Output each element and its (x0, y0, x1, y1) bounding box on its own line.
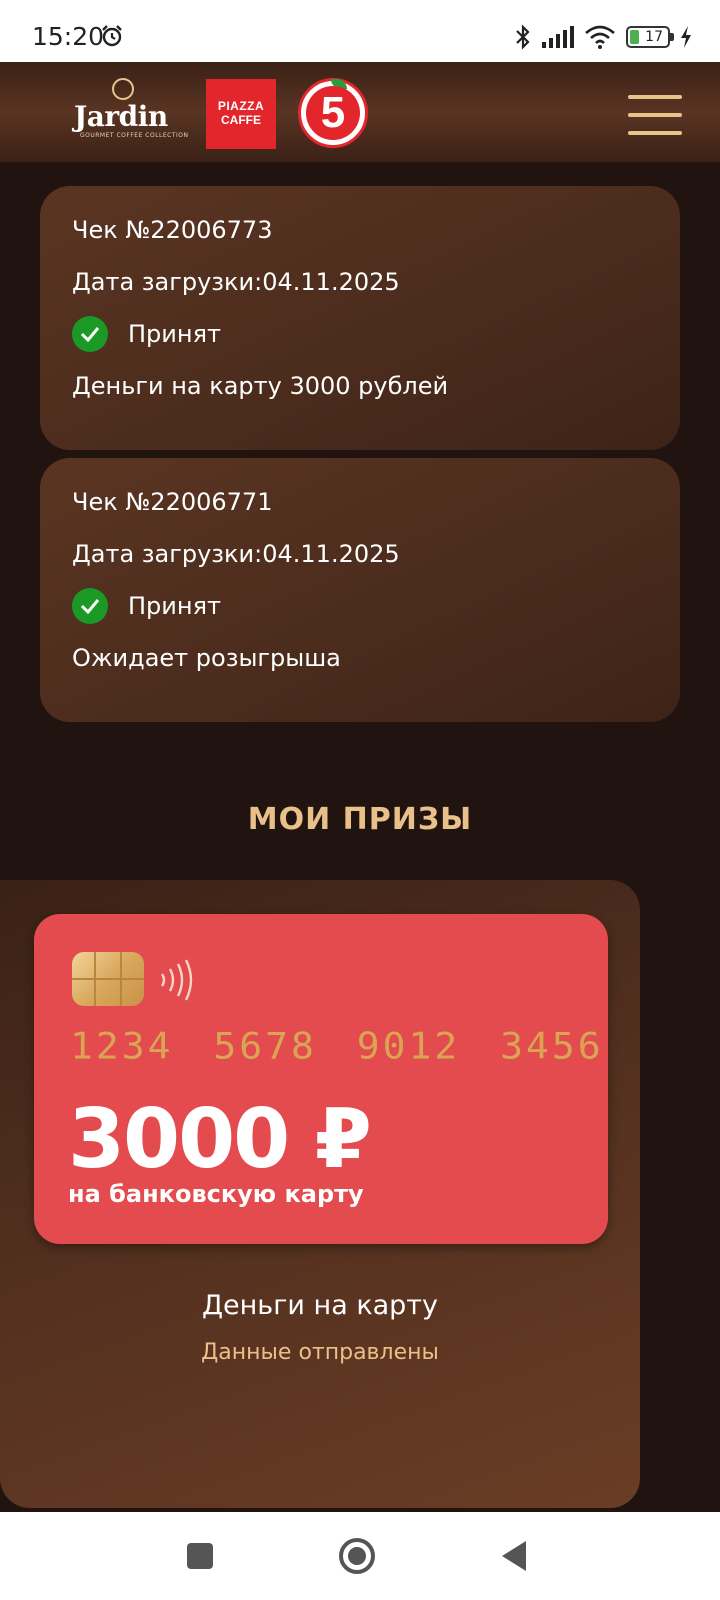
check-card: Чек №22006773 Дата загрузки:04.11.2025 П… (40, 186, 680, 450)
check-card: Чек №22006771 Дата загрузки:04.11.2025 П… (40, 458, 680, 722)
check-status: Принят (128, 592, 221, 620)
bank-card-image: 1234 5678 9012 3456 3000 ₽ на банковскую… (34, 914, 608, 1244)
contactless-icon (160, 959, 193, 1001)
battery-icon: 17 (626, 26, 674, 48)
prize-status: Данные отправлены (201, 1340, 439, 1365)
check-number: Чек №22006773 (72, 216, 273, 244)
battery-level: 17 (645, 29, 663, 45)
charging-icon (681, 26, 691, 48)
system-nav-bar (0, 1512, 720, 1600)
back-button[interactable] (492, 1534, 536, 1578)
jardin-logo[interactable]: Jardin GOURMET COFFEE COLLECTION (74, 78, 188, 144)
piazza-del-caffe-logo[interactable]: PIAZZA CAFFE (206, 79, 276, 149)
coffee-bean-icon (112, 78, 134, 100)
recent-apps-button[interactable] (178, 1534, 222, 1578)
checkmark-icon (72, 588, 108, 624)
prize-card-caption: на банковскую карту (68, 1180, 364, 1208)
status-icons: 17 (514, 24, 692, 50)
card-chip-icon (72, 952, 144, 1006)
home-button[interactable] (335, 1534, 379, 1578)
status-time: 15:20 (32, 22, 105, 51)
checkmark-icon (72, 316, 108, 352)
prize-name: Деньги на карту (201, 1290, 439, 1321)
check-status: Принят (128, 320, 221, 348)
alarm-icon (102, 25, 122, 47)
check-upload-date: Дата загрузки:04.11.2025 (72, 540, 400, 568)
prize-card: 1234 5678 9012 3456 3000 ₽ на банковскую… (0, 880, 640, 1508)
hamburger-menu-icon[interactable] (628, 95, 682, 135)
pyaterochka-logo[interactable]: 5 (298, 78, 368, 148)
site-header: Jardin GOURMET COFFEE COLLECTION PIAZZA … (0, 62, 720, 162)
status-bar: 15:20 17 (0, 0, 720, 62)
check-result: Ожидает розыгрыша (72, 644, 341, 672)
check-number: Чек №22006771 (72, 488, 273, 516)
bluetooth-icon (516, 24, 530, 50)
card-number: 1234 5678 9012 3456 (70, 1025, 604, 1067)
check-result: Деньги на карту 3000 рублей (72, 372, 449, 400)
check-upload-date: Дата загрузки:04.11.2025 (72, 268, 400, 296)
my-prizes-title: МОИ ПРИЗЫ (247, 802, 473, 837)
prize-amount: 3000 ₽ (68, 1092, 372, 1187)
wifi-icon (585, 25, 615, 49)
signal-icon (542, 26, 574, 48)
